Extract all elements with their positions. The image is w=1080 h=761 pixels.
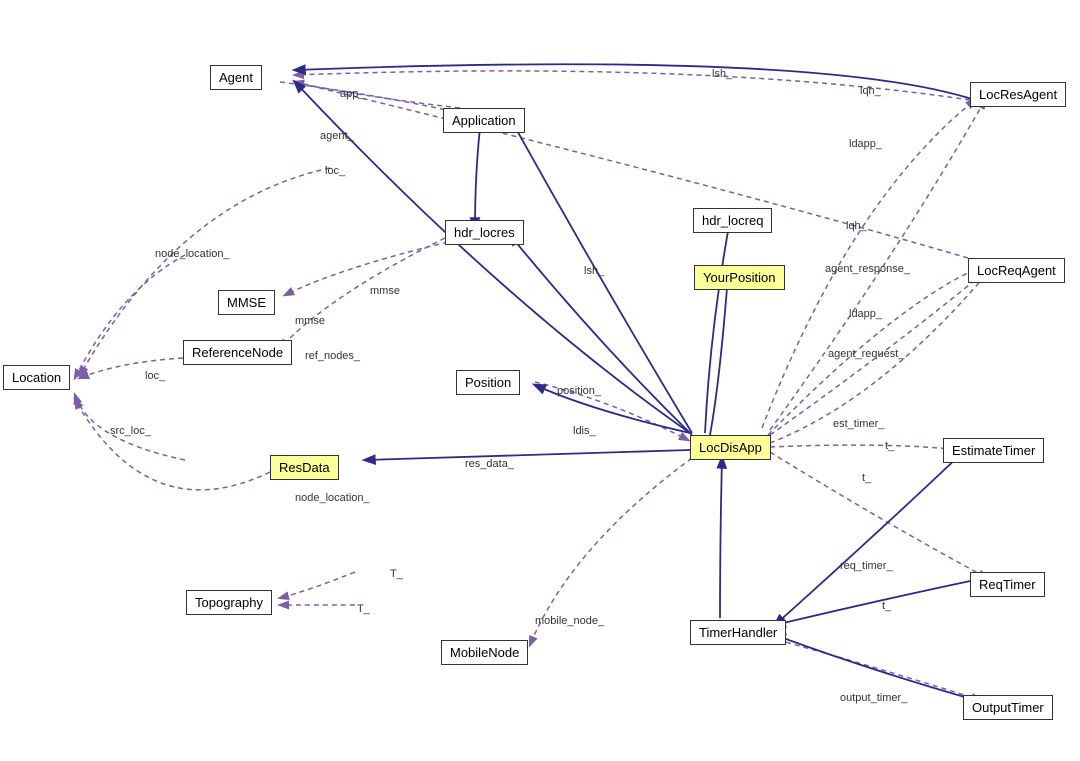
node-timerhandler: TimerHandler	[690, 620, 786, 645]
node-application: Application	[443, 108, 525, 133]
edge-label-mmse1: mmse	[370, 285, 400, 297]
edge-label-position: position_	[557, 385, 601, 397]
node-locdisapp: LocDisApp	[690, 435, 771, 460]
edge-label-agent-request: agent_request_	[828, 348, 904, 360]
edge-label-lsh2: lsh_	[712, 68, 732, 80]
edge-label-t3: t_	[882, 600, 891, 612]
edge-label-t1: t_	[885, 440, 894, 452]
diagram-container: Agent Application hdr_locres MMSE Refere…	[0, 0, 1080, 761]
edge-label-agent-response: agent_response_	[825, 263, 910, 275]
node-outputtimer: OutputTimer	[963, 695, 1053, 720]
node-location: Location	[3, 365, 70, 390]
node-resdata: ResData	[270, 455, 339, 480]
node-agent: Agent	[210, 65, 262, 90]
edge-label-src-loc: src_loc_	[110, 425, 151, 437]
edge-label-node-loc2: node_location_	[295, 492, 370, 504]
edge-label-req-timer: req_timer_	[840, 560, 893, 572]
node-referencenode: ReferenceNode	[183, 340, 292, 365]
edge-label-node-location: node_location_	[155, 248, 230, 260]
edge-label-ref-nodes: ref_nodes_	[305, 350, 360, 362]
edge-label-app: app_	[340, 88, 364, 100]
edge-label-mmse2: mmse	[295, 315, 325, 327]
node-hdr-locres: hdr_locres	[445, 220, 524, 245]
edge-label-res-data: res_data_	[465, 458, 514, 470]
edge-label-T1: T_	[390, 568, 403, 580]
edge-label-ldapp2: ldapp_	[849, 308, 882, 320]
edge-label-output-timer: output_timer_	[840, 692, 907, 704]
edge-label-ldapp1: ldapp_	[849, 138, 882, 150]
node-locresagent: LocResAgent	[970, 82, 1066, 107]
node-mobilenode: MobileNode	[441, 640, 528, 665]
node-position: Position	[456, 370, 520, 395]
node-mmse: MMSE	[218, 290, 275, 315]
edge-label-loc2: loc_	[145, 370, 165, 382]
edge-label-T2: T_	[357, 603, 370, 615]
edge-label-lqh1: lqh_	[860, 85, 881, 97]
edge-label-agent: agent_	[320, 130, 354, 142]
edge-label-mobile-node: mobile_node_	[535, 615, 604, 627]
edge-label-t2: t_	[862, 472, 871, 484]
node-yourposition: YourPosition	[694, 265, 785, 290]
edge-label-loc: loc_	[325, 165, 345, 177]
edge-label-lqh2: lqh_	[846, 220, 867, 232]
node-reqtimer: ReqTimer	[970, 572, 1045, 597]
edge-label-est-timer: est_timer_	[833, 418, 884, 430]
node-topography: Topography	[186, 590, 272, 615]
edge-label-ldis: ldis_	[573, 425, 596, 437]
node-estimatetimer: EstimateTimer	[943, 438, 1044, 463]
node-locreqagent: LocReqAgent	[968, 258, 1065, 283]
node-hdr-locreq: hdr_locreq	[693, 208, 772, 233]
edge-label-lsh1: lsh_	[584, 265, 604, 277]
